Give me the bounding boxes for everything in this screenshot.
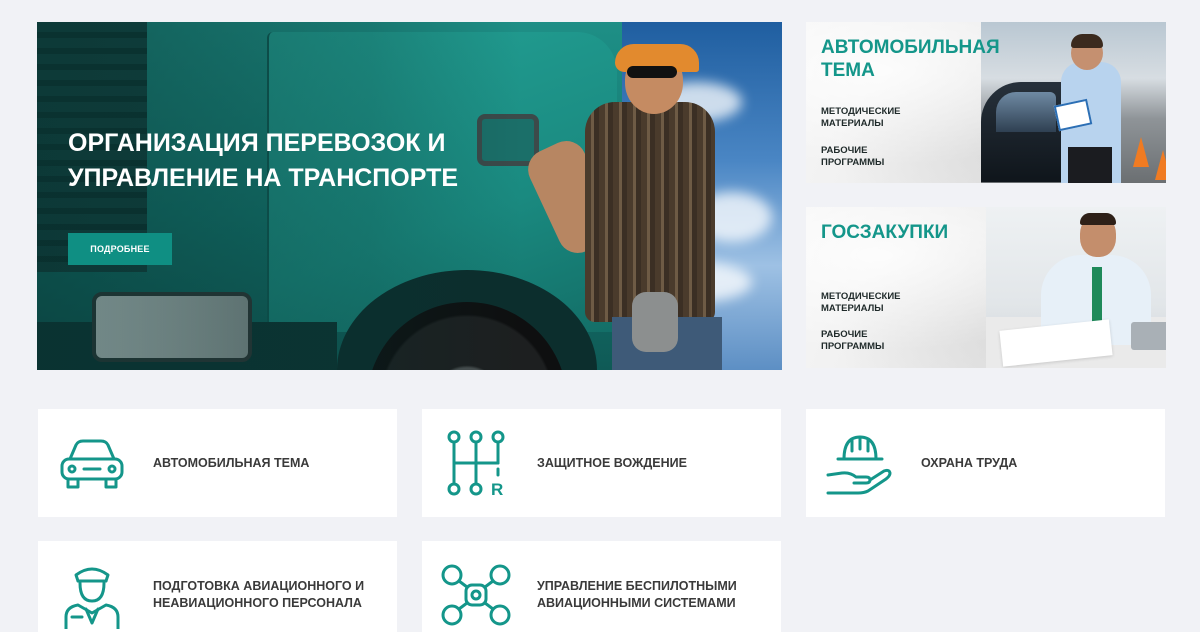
banner-procurement[interactable]: Госзакупки Методические материалы Рабочи… <box>806 207 1166 368</box>
svg-text:R: R <box>491 480 503 497</box>
gearbox-icon: R <box>440 429 512 497</box>
category-label: Защитное вождение <box>537 455 687 470</box>
category-label: Охрана труда <box>921 455 1018 470</box>
category-label: Управление беспилотными авиационными сис… <box>537 579 737 610</box>
hero-more-button[interactable]: ПОДРОБНЕЕ <box>68 233 172 265</box>
traffic-cone-icon <box>1133 137 1149 167</box>
banner-auto-title: Автомобильная тема <box>821 37 1000 81</box>
banner-auto[interactable]: Автомобильная тема Методические материал… <box>806 22 1166 183</box>
pilot-icon <box>56 561 128 629</box>
hero-banner[interactable]: Организация перевозок и управление на тр… <box>37 22 782 370</box>
banner-procurement-methodical-link[interactable]: Методические материалы <box>821 291 931 315</box>
car-icon <box>56 429 128 497</box>
banner-auto-methodical-link[interactable]: Методические материалы <box>821 106 931 130</box>
category-card-uav[interactable]: Управление беспилотными авиационными сис… <box>422 541 781 632</box>
category-card-aviation-personnel[interactable]: Подготовка авиационного и неавиационного… <box>38 541 397 632</box>
laptop-photo <box>1131 322 1166 350</box>
banner-procurement-title: Госзакупки <box>821 222 949 243</box>
hardhat-hand-icon <box>824 429 896 497</box>
banner-procurement-programs-link[interactable]: Рабочие программы <box>821 329 931 353</box>
category-label: Автомобильная тема <box>153 455 310 470</box>
category-card-labor-safety[interactable]: Охрана труда <box>806 409 1165 517</box>
drone-icon <box>440 561 512 629</box>
category-card-auto[interactable]: Автомобильная тема <box>38 409 397 517</box>
category-label: Подготовка авиационного и неавиационного… <box>153 579 365 610</box>
banner-auto-programs-link[interactable]: Рабочие программы <box>821 145 931 169</box>
hero-title: Организация перевозок и управление на тр… <box>68 129 459 192</box>
traffic-cone-icon <box>1155 150 1166 180</box>
category-card-defensive-driving[interactable]: R Защитное вождение <box>422 409 781 517</box>
